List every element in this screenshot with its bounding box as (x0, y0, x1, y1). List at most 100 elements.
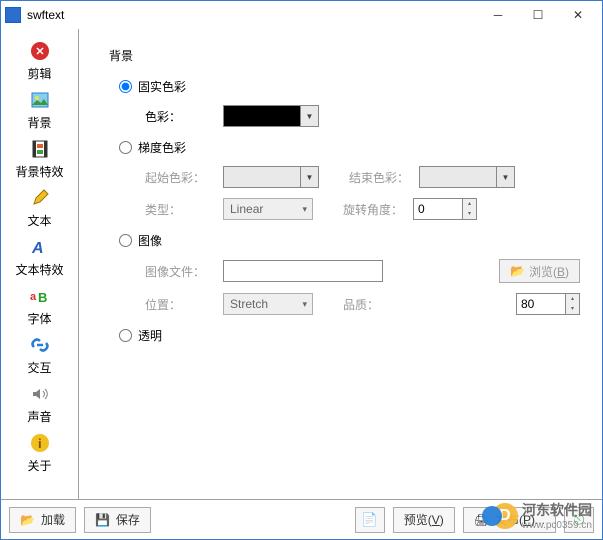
sidebar-label: 关于 (27, 457, 51, 474)
export-icon: 🖨 (474, 513, 489, 527)
image-icon (28, 88, 52, 112)
sidebar-item-clip[interactable]: 剪辑 (1, 35, 78, 84)
body: 剪辑 背景 背景特效 文本 A 文本特效 aB 字体 (1, 29, 602, 499)
radio-image-row: 图像 (119, 232, 580, 249)
bottom-toolbar: 📂 加载 💾 保存 📄 预览(V) 🖨 发布(P)... ⎋ D 河东软件园 w… (1, 499, 602, 539)
svg-text:B: B (38, 290, 47, 305)
solid-color-picker[interactable]: ▼ (223, 105, 319, 127)
window-title: swftext (27, 8, 478, 22)
spinner[interactable]: ▴▾ (566, 293, 580, 315)
sidebar-item-sound[interactable]: 声音 (1, 378, 78, 427)
film-icon (28, 137, 52, 161)
app-window: swftext ─ ☐ ✕ 剪辑 背景 背景特效 文本 (0, 0, 603, 540)
link-icon (28, 333, 52, 357)
image-quality-label: 品质： (343, 296, 413, 313)
window-controls: ─ ☐ ✕ (478, 3, 598, 27)
grad-type-label: 类型： (145, 201, 223, 218)
scissors-icon (28, 39, 52, 63)
radio-image-label: 图像 (138, 232, 162, 249)
open-folder-icon: 📂 (20, 513, 35, 527)
exit-icon: ⎋ (574, 512, 585, 528)
image-position-row: 位置： Stretch 品质： ▴▾ (145, 293, 580, 315)
image-file-input[interactable] (223, 260, 383, 282)
sidebar-label: 文本 (27, 212, 51, 229)
sidebar-label: 背景特效 (15, 163, 63, 180)
sidebar-label: 交互 (27, 359, 51, 376)
angle-field[interactable] (413, 198, 463, 220)
info-icon: i (28, 431, 52, 455)
radio-gradient[interactable] (119, 141, 132, 154)
radio-gradient-row: 梯度色彩 (119, 139, 580, 156)
sidebar-item-bg-effect[interactable]: 背景特效 (1, 133, 78, 182)
radio-gradient-label: 梯度色彩 (138, 139, 186, 156)
image-file-row: 图像文件： 📂 浏览(B) (145, 259, 580, 283)
grad-start-label: 起始色彩： (145, 169, 223, 186)
quality-field[interactable] (516, 293, 566, 315)
grad-angle-label: 旋转角度： (343, 201, 413, 218)
image-file-label: 图像文件： (145, 263, 223, 280)
save-icon: 💾 (95, 513, 110, 527)
spinner[interactable]: ▴▾ (463, 198, 477, 220)
solid-color-label: 色彩： (145, 108, 223, 125)
color-swatch (223, 105, 301, 127)
exit-button[interactable]: ⎋ (564, 507, 594, 533)
minimize-button[interactable]: ─ (478, 3, 518, 27)
gradient-type-row: 类型： Linear 旋转角度： ▴▾ (145, 198, 580, 220)
save-button[interactable]: 💾 保存 (84, 507, 151, 533)
close-button[interactable]: ✕ (558, 3, 598, 27)
sidebar-item-interact[interactable]: 交互 (1, 329, 78, 378)
radio-image[interactable] (119, 234, 132, 247)
text-effect-icon: A (28, 235, 52, 259)
grad-type-select[interactable]: Linear (223, 198, 313, 220)
radio-transparent[interactable] (119, 329, 132, 342)
svg-text:a: a (30, 291, 37, 303)
chevron-down-icon: ▼ (301, 105, 319, 127)
radio-transparent-row: 透明 (119, 327, 580, 344)
speaker-icon (28, 382, 52, 406)
image-quality-input[interactable]: ▴▾ (516, 293, 580, 315)
grad-end-picker[interactable]: ▼ (419, 166, 515, 188)
sidebar-label: 字体 (27, 310, 51, 327)
save-label: 保存 (116, 511, 140, 528)
sidebar-label: 背景 (27, 114, 51, 131)
folder-icon: 📂 (510, 264, 525, 278)
radio-transparent-label: 透明 (138, 327, 162, 344)
radio-solid[interactable] (119, 80, 132, 93)
solid-color-row: 色彩： ▼ (145, 105, 580, 127)
section-title: 背景 (109, 47, 580, 64)
color-swatch (223, 166, 301, 188)
sidebar-label: 声音 (27, 408, 51, 425)
load-label: 加载 (41, 511, 65, 528)
grad-end-label: 结束色彩： (349, 169, 419, 186)
sidebar-item-text[interactable]: 文本 (1, 182, 78, 231)
browse-button[interactable]: 📂 浏览(B) (499, 259, 580, 283)
radio-solid-row: 固实色彩 (119, 78, 580, 95)
sidebar-item-font[interactable]: aB 字体 (1, 280, 78, 329)
publish-button[interactable]: 🖨 发布(P)... (463, 507, 556, 533)
main-panel: 背景 固实色彩 色彩： ▼ 梯度色彩 起始色彩： ▼ (79, 29, 602, 499)
color-swatch (419, 166, 497, 188)
doc-icon: 📄 (361, 512, 378, 528)
grad-start-picker[interactable]: ▼ (223, 166, 319, 188)
sidebar-label: 剪辑 (27, 65, 51, 82)
svg-text:A: A (31, 240, 44, 257)
doc-button[interactable]: 📄 (355, 507, 385, 533)
font-icon: aB (28, 284, 52, 308)
chevron-down-icon: ▼ (301, 166, 319, 188)
chevron-down-icon: ▼ (497, 166, 515, 188)
image-pos-label: 位置： (145, 296, 223, 313)
app-icon (5, 7, 21, 23)
maximize-button[interactable]: ☐ (518, 3, 558, 27)
grad-angle-input[interactable]: ▴▾ (413, 198, 477, 220)
titlebar: swftext ─ ☐ ✕ (1, 1, 602, 29)
sidebar-label: 文本特效 (15, 261, 63, 278)
radio-solid-label: 固实色彩 (138, 78, 186, 95)
sidebar: 剪辑 背景 背景特效 文本 A 文本特效 aB 字体 (1, 29, 79, 499)
load-button[interactable]: 📂 加载 (9, 507, 76, 533)
sidebar-item-background[interactable]: 背景 (1, 84, 78, 133)
preview-button[interactable]: 预览(V) (393, 507, 455, 533)
sidebar-item-about[interactable]: i 关于 (1, 427, 78, 476)
image-pos-select[interactable]: Stretch (223, 293, 313, 315)
sidebar-item-text-effect[interactable]: A 文本特效 (1, 231, 78, 280)
svg-text:i: i (38, 436, 42, 451)
